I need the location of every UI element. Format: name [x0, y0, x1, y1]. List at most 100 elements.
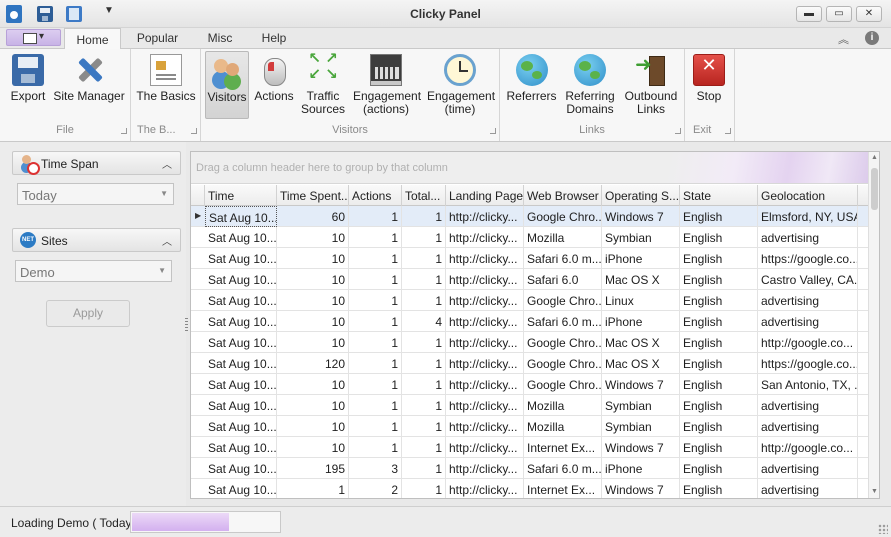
table-cell[interactable]: 10: [277, 374, 349, 395]
table-cell[interactable]: 1: [277, 479, 349, 498]
table-cell[interactable]: http://clicky...: [446, 248, 524, 269]
table-cell[interactable]: Mozilla: [524, 416, 602, 437]
table-row[interactable]: Sat Aug 10... 1 2 1 http://clicky... Internet…: [191, 479, 868, 498]
time-span-select[interactable]: Today ▼: [17, 183, 174, 205]
table-cell[interactable]: Google Chro...: [524, 374, 602, 395]
table-cell[interactable]: http://clicky...: [446, 227, 524, 248]
table-cell[interactable]: Mozilla: [524, 227, 602, 248]
table-row[interactable]: ▶ Sat Aug 10... 60 1 1 http://clicky... Google…: [191, 206, 868, 227]
table-cell[interactable]: advertising: [758, 227, 858, 248]
table-cell[interactable]: 120: [277, 353, 349, 374]
table-cell[interactable]: 1: [402, 227, 446, 248]
table-row[interactable]: Sat Aug 10... 120 1 1 http://clicky... Google…: [191, 353, 868, 374]
info-icon[interactable]: i: [865, 31, 879, 45]
stop-button[interactable]: Stop: [689, 51, 729, 119]
table-row[interactable]: Sat Aug 10... 10 1 4 http://clicky... Safari …: [191, 311, 868, 332]
sites-header[interactable]: NET Sites ︿: [12, 228, 181, 252]
maximize-button[interactable]: ▭: [826, 6, 852, 22]
table-cell[interactable]: English: [680, 458, 758, 479]
table-cell[interactable]: English: [680, 353, 758, 374]
table-row[interactable]: Sat Aug 10... 10 1 1 http://clicky... Google …: [191, 290, 868, 311]
tab-popular[interactable]: Popular: [130, 31, 185, 49]
table-cell[interactable]: Elmsford, NY, USA: [758, 206, 858, 227]
table-cell[interactable]: Safari 6.0 m...: [524, 248, 602, 269]
table-cell[interactable]: English: [680, 374, 758, 395]
table-cell[interactable]: Windows 7: [602, 479, 680, 498]
apply-button[interactable]: Apply: [46, 300, 130, 327]
column-header[interactable]: Time: [205, 185, 277, 206]
engagement-actions-button[interactable]: Engagement (actions): [351, 51, 421, 119]
table-cell[interactable]: English: [680, 479, 758, 498]
table-cell[interactable]: Internet Ex...: [524, 437, 602, 458]
referring-domains-button[interactable]: Referring Domains: [562, 51, 618, 119]
table-cell[interactable]: Google Chro...: [524, 332, 602, 353]
table-cell[interactable]: http://clicky...: [446, 374, 524, 395]
table-cell[interactable]: http://clicky...: [446, 353, 524, 374]
table-cell[interactable]: 1: [349, 437, 402, 458]
table-cell[interactable]: Castro Valley, CA...: [758, 269, 858, 290]
table-cell[interactable]: 1: [402, 416, 446, 437]
table-row[interactable]: Sat Aug 10... 10 1 1 http://clicky... Google …: [191, 374, 868, 395]
table-cell[interactable]: 1: [349, 353, 402, 374]
table-cell[interactable]: http://clicky...: [446, 395, 524, 416]
table-cell[interactable]: 10: [277, 227, 349, 248]
table-cell[interactable]: Windows 7: [602, 206, 680, 227]
table-cell[interactable]: 60: [277, 206, 349, 227]
table-cell[interactable]: 10: [277, 437, 349, 458]
table-cell[interactable]: Sat Aug 10...: [205, 458, 277, 479]
scrollbar-thumb[interactable]: [871, 168, 878, 210]
column-header[interactable]: Actions: [349, 185, 402, 206]
scroll-down-icon[interactable]: ▼: [871, 488, 878, 495]
table-cell[interactable]: Sat Aug 10...: [205, 374, 277, 395]
table-cell[interactable]: Sat Aug 10...: [205, 269, 277, 290]
table-cell[interactable]: 1: [349, 395, 402, 416]
table-cell[interactable]: advertising: [758, 416, 858, 437]
table-cell[interactable]: 1: [402, 395, 446, 416]
table-cell[interactable]: 1: [402, 353, 446, 374]
table-cell[interactable]: advertising: [758, 458, 858, 479]
minimize-button[interactable]: ▬: [796, 6, 822, 22]
table-cell[interactable]: iPhone: [602, 311, 680, 332]
table-cell[interactable]: 1: [402, 437, 446, 458]
table-cell[interactable]: Mac OS X: [602, 353, 680, 374]
table-cell[interactable]: advertising: [758, 395, 858, 416]
table-cell[interactable]: http://google.co...: [758, 437, 858, 458]
table-row[interactable]: Sat Aug 10... 10 1 1 http://clicky... Mozilla…: [191, 227, 868, 248]
group-launcher-icon[interactable]: [191, 128, 197, 134]
table-cell[interactable]: Sat Aug 10...: [205, 416, 277, 437]
export-button[interactable]: Export: [6, 51, 50, 119]
table-cell[interactable]: 1: [402, 206, 446, 227]
table-cell[interactable]: English: [680, 227, 758, 248]
table-cell[interactable]: advertising: [758, 479, 858, 498]
group-launcher-icon[interactable]: [675, 128, 681, 134]
table-row[interactable]: Sat Aug 10... 10 1 1 http://clicky... Mozilla…: [191, 416, 868, 437]
table-cell[interactable]: http://clicky...: [446, 332, 524, 353]
table-cell[interactable]: 10: [277, 332, 349, 353]
collapse-icon[interactable]: ︿: [162, 233, 172, 248]
table-cell[interactable]: http://clicky...: [446, 269, 524, 290]
table-cell[interactable]: Linux: [602, 290, 680, 311]
table-cell[interactable]: Google Chro...: [524, 290, 602, 311]
table-cell[interactable]: Safari 6.0 m...: [524, 311, 602, 332]
table-cell[interactable]: Sat Aug 10...: [205, 479, 277, 498]
tab-help[interactable]: Help: [254, 31, 294, 49]
column-header[interactable]: Geolocation: [758, 185, 858, 206]
the-basics-button[interactable]: The Basics: [135, 51, 197, 119]
table-cell[interactable]: http://clicky...: [446, 458, 524, 479]
table-row[interactable]: Sat Aug 10... 10 1 1 http://clicky... Interne…: [191, 437, 868, 458]
column-header[interactable]: Landing Page: [446, 185, 524, 206]
resize-grip-icon[interactable]: [878, 524, 888, 534]
table-cell[interactable]: Safari 6.0 m...: [524, 458, 602, 479]
table-cell[interactable]: 10: [277, 395, 349, 416]
table-cell[interactable]: Safari 6.0: [524, 269, 602, 290]
table-cell[interactable]: http://clicky...: [446, 479, 524, 498]
table-cell[interactable]: 1: [402, 248, 446, 269]
table-cell[interactable]: Mac OS X: [602, 269, 680, 290]
table-cell[interactable]: 10: [277, 248, 349, 269]
table-cell[interactable]: Sat Aug 10...: [205, 248, 277, 269]
tab-home[interactable]: Home: [64, 28, 121, 50]
table-cell[interactable]: Mozilla: [524, 395, 602, 416]
table-cell[interactable]: 1: [349, 311, 402, 332]
table-cell[interactable]: 4: [402, 311, 446, 332]
table-cell[interactable]: https://google.co...: [758, 353, 858, 374]
